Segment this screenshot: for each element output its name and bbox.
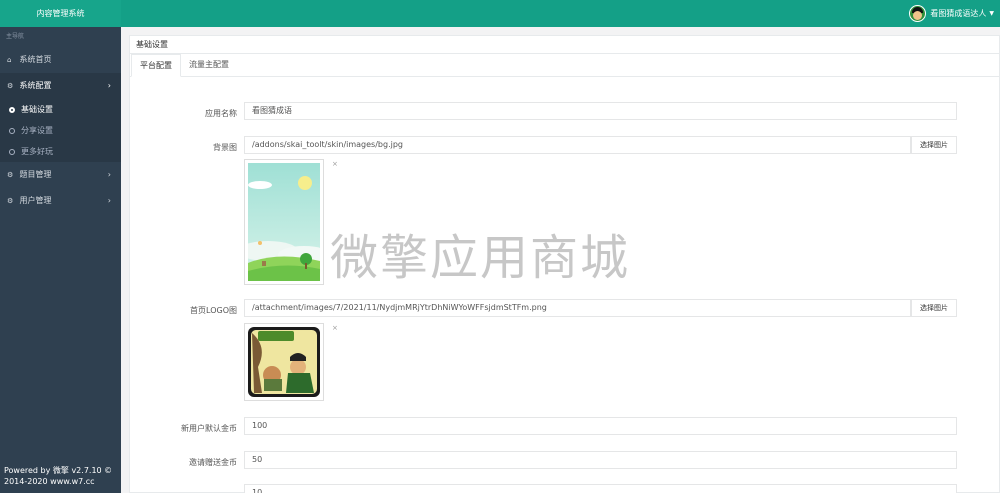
chevron-right-icon: ›	[107, 170, 111, 179]
sidebar-item-user-management[interactable]: ⚙ 用户管理 ›	[0, 188, 121, 214]
circle-icon	[9, 128, 15, 134]
logo-preview	[244, 323, 324, 401]
select-image-button[interactable]: 选择图片	[911, 136, 957, 154]
footer-line: Powered by 微擎 v2.7.10 ©	[4, 466, 113, 475]
watermark: 微擎应用商城	[330, 230, 631, 286]
tab-traffic-config[interactable]: 流量主配置	[181, 54, 237, 77]
sidebar: 主导航 ⌂ 系统首页 ⚙ 系统配置 › 基础设置 分享设置 更多好玩 ⚙ 题目管…	[0, 27, 121, 493]
sidebar-item-label: 用户管理	[19, 196, 52, 205]
app-title: 内容管理系统	[0, 0, 121, 27]
footer-line[interactable]: 2014-2020 www.w7.cc	[4, 476, 112, 487]
sidebar-subitem-share-settings[interactable]: 分享设置	[0, 120, 121, 141]
avatar	[909, 5, 927, 22]
gear-icon: ⚙	[7, 82, 14, 90]
top-bar: 内容管理系统 看图猜成语达人 ▼	[0, 0, 1000, 27]
background-path-input[interactable]: /addons/skai_toolt/skin/images/bg.jpg	[244, 136, 911, 154]
sidebar-subitem-basic-settings[interactable]: 基础设置	[0, 99, 121, 120]
sidebar-subitem-label: 基础设置	[21, 105, 53, 114]
background-image	[238, 163, 330, 281]
sidebar-subitem-label: 分享设置	[21, 126, 53, 135]
sidebar-item-label: 系统配置	[19, 81, 52, 90]
logo-path-input[interactable]: /attachment/images/7/2021/11/NydjmMRjYtr…	[244, 299, 911, 317]
sidebar-item-home[interactable]: ⌂ 系统首页	[0, 47, 121, 73]
remove-image-icon[interactable]: ×	[332, 160, 338, 168]
new-user-coins-input[interactable]: 100	[244, 417, 957, 435]
sidebar-submenu: 基础设置 分享设置 更多好玩	[0, 99, 121, 162]
gear-icon: ⚙	[7, 171, 14, 179]
sidebar-heading: 主导航	[6, 33, 25, 40]
select-image-button[interactable]: 选择图片	[911, 299, 957, 317]
sidebar-subitem-label: 更多好玩	[21, 147, 53, 156]
sidebar-item-system-config[interactable]: ⚙ 系统配置 ›	[0, 73, 121, 99]
caret-down-icon: ▼	[989, 10, 994, 17]
user-menu[interactable]: 看图猜成语达人 ▼	[909, 0, 994, 27]
chevron-right-icon: ›	[107, 81, 111, 90]
tab-bar: 平台配置 流量主配置	[130, 54, 999, 77]
tab-platform-config[interactable]: 平台配置	[131, 54, 181, 77]
gear-icon: ⚙	[7, 197, 14, 205]
home-icon: ⌂	[7, 56, 12, 64]
page-title: 基础设置	[130, 36, 999, 54]
circle-icon	[9, 149, 15, 155]
background-preview	[238, 159, 330, 285]
remove-image-icon[interactable]: ×	[332, 324, 338, 332]
sidebar-subitem-more-fun[interactable]: 更多好玩	[0, 141, 121, 162]
chevron-right-icon: ›	[107, 196, 111, 205]
field-label: 首页LOGO图	[190, 306, 237, 315]
logo-image	[248, 327, 320, 397]
user-name: 看图猜成语达人	[930, 9, 987, 18]
sidebar-item-label: 题目管理	[19, 170, 52, 179]
field-label: 邀请赠送金币	[189, 458, 237, 467]
field-label: 应用名称	[205, 109, 237, 118]
field-label: 背景图	[213, 143, 237, 152]
sidebar-footer: Powered by 微擎 v2.7.10 © 2014-2020 www.w7…	[4, 465, 112, 487]
circle-icon	[9, 107, 15, 113]
sidebar-item-question-management[interactable]: ⚙ 题目管理 ›	[0, 162, 121, 188]
app-name-input[interactable]: 看图猜成语	[244, 102, 957, 120]
invite-coins-input[interactable]: 50	[244, 451, 957, 469]
partial-input[interactable]: 10	[244, 484, 957, 493]
sidebar-item-label: 系统首页	[19, 55, 52, 64]
field-label: 新用户默认金币	[181, 424, 237, 433]
